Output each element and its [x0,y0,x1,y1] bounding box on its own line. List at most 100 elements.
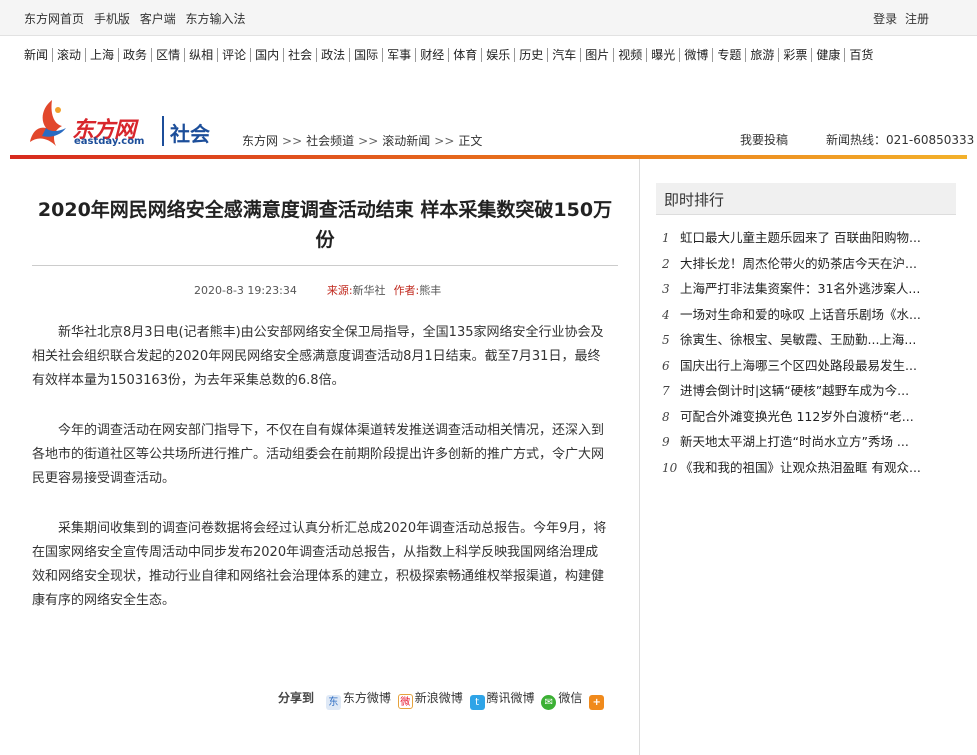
ranking-item[interactable]: 7 进博会倒计时|这辆“硬核”越野车成为今... [656,378,956,404]
ranking-item[interactable]: 10 《我和我的祖国》让观众热泪盈眶 有观众... [656,455,956,481]
article-title: 2020年网民网络安全感满意度调查活动结束 样本采集数突破150万份 [37,199,613,251]
ranking-number: 3 [662,282,670,296]
ranking-number: 5 [662,333,670,347]
title-divider [32,265,618,266]
ranking-number: 8 [662,409,670,424]
nav-item[interactable]: 新闻 [24,48,54,62]
share-wechat[interactable]: ✉ 微信 [541,689,582,710]
article-meta: 2020-8-3 19:23:34 来源:新华社 作者:熊丰 [194,282,441,298]
nav-item[interactable]: 社会 [284,48,318,62]
article-paragraph: 采集期间收集到的调查问卷数据将会经过认真分析汇总成2020年调查活动总报告。今年… [32,521,607,608]
top-links: 东方网首页 手机版 客户端 东方输入法 [24,10,252,27]
site-logo[interactable]: 东方网 eastday.com 社会 [28,98,228,152]
ranking-item[interactable]: 3 上海严打非法集资案件：31名外逃涉案人... [656,276,956,302]
ranking-sidebar: 即时排行 1 虹口最大儿童主题乐园来了 百联曲阳购物... 2 大排长龙！周杰伦带火的… [656,183,956,480]
auth-links: 登录 注册 [869,10,929,27]
channel-nav: 新闻 滚动 上海 政务 区情 纵相 评论 国内 社会 政法 国际 军事 财经 体育 娱乐 历史 汽车 图片 视频 曝光… [24,48,964,66]
news-hotline: 新闻热线：021-60850333 [826,133,975,147]
nav-item[interactable]: 微博 [680,48,714,62]
top-link-input-method[interactable]: 东方输入法 [186,12,246,26]
top-link-mobile[interactable]: 手机版 [94,12,130,26]
ranking-number: 7 [662,384,670,398]
eastday-logo-icon [30,100,66,146]
logo-divider [162,116,164,146]
ranking-item[interactable]: 4 一场对生命和爱的咏叹 上话音乐剧场《水... [656,302,956,328]
nav-item[interactable]: 政法 [317,48,351,62]
nav-item[interactable]: 纵相 [185,48,219,62]
share-sina-weibo[interactable]: 微新浪微博 [397,689,463,709]
share-label: 分享到 [278,691,315,705]
share-wechat-label: 微信 [558,691,583,705]
article-paragraph: 今年的调查活动在网安部门指导下，不仅在自有媒体渠道转发推送调查活动相关情况，还深… [32,423,605,486]
article-source: 新华社 [352,284,386,297]
nav-item[interactable]: 图片 [581,48,615,62]
submit-news-link[interactable]: 我要投稿 [740,131,788,148]
nav-item[interactable]: 曝光 [647,48,681,62]
plus-icon: + [589,695,605,710]
breadcrumb-separator: >> [358,134,379,148]
ranking-item[interactable]: 6 国庆出行上海哪三个区四处路段最易发生... [656,353,956,379]
ranking-list: 1 虹口最大儿童主题乐园来了 百联曲阳购物... 2 大排长龙！周杰伦带火的奶茶店今天… [656,225,956,480]
nav-item[interactable]: 专题 [713,48,747,62]
top-link-home[interactable]: 东方网首页 [24,12,84,26]
ranking-number: 10 [662,460,678,475]
ranking-item[interactable]: 5 徐寅生、徐根宝、吴敏霞、王励勤...上海... [656,327,956,353]
logo-domain: eastday.com [74,136,145,147]
ranking-headline[interactable]: 进博会倒计时|这辆“硬核”越野车成为今... [680,383,909,398]
article-datetime: 2020-8-3 19:23:34 [194,284,297,297]
ranking-headline[interactable]: 大排长龙！周杰伦带火的奶茶店今天在沪... [680,256,917,271]
ranking-item[interactable]: 2 大排长龙！周杰伦带火的奶茶店今天在沪... [656,251,956,277]
nav-item[interactable]: 滚动 [53,48,87,62]
ranking-title: 即时排行 [656,183,956,215]
nav-item[interactable]: 历史 [515,48,549,62]
ranking-item[interactable]: 9 新天地太平湖上打造“时尚水立方”秀场 ... [656,429,956,455]
share-more[interactable]: + [589,691,606,710]
source-label: 来源: [326,284,353,297]
share-eastday-weibo[interactable]: 东东方微博 [325,689,391,710]
nav-item[interactable]: 国内 [251,48,285,62]
nav-item[interactable]: 娱乐 [482,48,516,62]
breadcrumb-scroll-news[interactable]: 滚动新闻 [382,134,430,148]
ranking-headline[interactable]: 虹口最大儿童主题乐园来了 百联曲阳购物... [680,230,921,245]
share-eastday-weibo-label: 东方微博 [342,691,391,705]
breadcrumb-separator: >> [434,134,455,148]
nav-item[interactable]: 视频 [614,48,648,62]
nav-item[interactable]: 军事 [383,48,417,62]
share-sina-weibo-label: 新浪微博 [414,691,463,705]
ranking-item[interactable]: 1 虹口最大儿童主题乐园来了 百联曲阳购物... [656,225,956,251]
share-tencent-weibo[interactable]: t 腾讯微博 [469,689,535,710]
top-link-client[interactable]: 客户端 [140,12,176,26]
nav-item[interactable]: 健康 [812,48,846,62]
ranking-headline[interactable]: 国庆出行上海哪三个区四处路段最易发生... [680,358,917,373]
nav-item[interactable]: 上海 [86,48,120,62]
login-link[interactable]: 登录 [873,12,897,26]
breadcrumb: 东方网 >> 社会频道 >> 滚动新闻 >> 正文 [242,132,482,149]
nav-item[interactable]: 财经 [416,48,450,62]
nav-item[interactable]: 百货 [845,48,877,62]
ranking-item[interactable]: 8 可配合外滩变换光色 112岁外白渡桥“老... [656,404,956,430]
channel-name: 社会 [170,122,210,146]
sina-weibo-icon: 微 [397,694,413,709]
article-author: 熊丰 [419,284,442,297]
nav-item[interactable]: 汽车 [548,48,582,62]
ranking-headline[interactable]: 可配合外滩变换光色 112岁外白渡桥“老... [680,409,914,424]
wechat-icon: ✉ [541,695,557,710]
nav-item[interactable]: 区情 [152,48,186,62]
ranking-number: 2 [662,256,670,271]
ranking-headline[interactable]: 徐寅生、徐根宝、吴敏霞、王励勤...上海... [680,332,916,347]
nav-item[interactable]: 政务 [119,48,153,62]
nav-item[interactable]: 体育 [449,48,483,62]
ranking-headline[interactable]: 《我和我的祖国》让观众热泪盈眶 有观众... [680,460,921,475]
ranking-headline[interactable]: 一场对生命和爱的咏叹 上话音乐剧场《水... [680,307,921,322]
ranking-headline[interactable]: 上海严打非法集资案件：31名外逃涉案人... [680,281,920,296]
nav-item[interactable]: 评论 [218,48,252,62]
ranking-headline[interactable]: 新天地太平湖上打造“时尚水立方”秀场 ... [680,434,909,449]
nav-item[interactable]: 国际 [350,48,384,62]
nav-item[interactable]: 旅游 [746,48,780,62]
article: 2020年网民网络安全感满意度调查活动结束 样本采集数突破150万份 2020-… [10,159,640,755]
register-link[interactable]: 注册 [905,12,929,26]
nav-item[interactable]: 彩票 [779,48,813,62]
breadcrumb-home[interactable]: 东方网 [242,134,278,148]
author-label: 作者: [393,284,420,297]
breadcrumb-society[interactable]: 社会频道 [306,134,354,148]
